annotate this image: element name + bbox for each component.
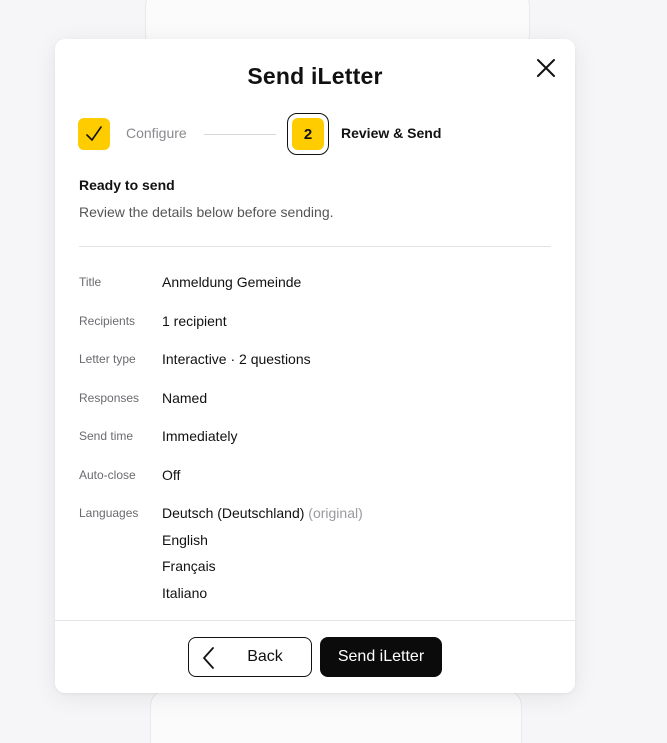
detail-row-responses: Responses Named <box>79 385 551 424</box>
close-button[interactable] <box>533 55 559 81</box>
language-item: Français <box>162 558 363 585</box>
detail-label: Send time <box>79 429 134 443</box>
detail-row-recipients: Recipients 1 recipient <box>79 308 551 347</box>
detail-value: Named <box>162 389 208 406</box>
detail-row-send-time: Send time Immediately <box>79 423 551 462</box>
send-iletter-modal: Send iLetter Configure 2 Review & Send R… <box>55 39 575 693</box>
details-list: Title Anmeldung Gemeinde Recipients 1 re… <box>79 269 551 610</box>
back-button[interactable]: Back <box>188 637 312 677</box>
step-number: 2 <box>292 118 324 150</box>
step-connector <box>204 134 276 135</box>
step-configure-indicator[interactable] <box>78 118 110 150</box>
detail-label: Title <box>79 275 102 289</box>
detail-row-auto-close: Auto-close Off <box>79 462 551 501</box>
detail-label: Letter type <box>79 352 136 366</box>
detail-row-languages: Languages Deutsch (Deutschland) (origina… <box>79 500 551 610</box>
detail-value: Off <box>162 466 181 483</box>
detail-label: Responses <box>79 390 140 405</box>
language-list: Deutsch (Deutschland) (original) English… <box>162 505 363 611</box>
detail-label: Languages <box>79 506 139 520</box>
detail-value: Interactive · 2 questions <box>162 351 311 367</box>
detail-value: Immediately <box>162 428 238 444</box>
language-item: English <box>162 532 363 559</box>
language-name: Italiano <box>162 584 208 601</box>
language-name: Deutsch (Deutschland) <box>162 505 305 521</box>
send-iletter-button[interactable]: Send iLetter <box>320 637 442 677</box>
background-card-bottom <box>150 690 522 743</box>
detail-row-letter-type: Letter type Interactive · 2 questions <box>79 346 551 385</box>
detail-value: 1 recipient <box>162 312 227 329</box>
stepper: Configure 2 Review & Send <box>78 113 548 158</box>
close-icon <box>537 59 555 77</box>
step-configure-label[interactable]: Configure <box>126 125 187 141</box>
original-tag: (original) <box>308 505 363 521</box>
footer-divider <box>55 620 575 621</box>
language-name: English <box>162 531 208 548</box>
step-review-indicator: 2 <box>287 113 329 155</box>
back-button-label: Back <box>247 648 283 665</box>
language-name: Français <box>162 558 216 574</box>
language-item: Italiano <box>162 585 363 612</box>
detail-value: Anmeldung Gemeinde <box>162 274 302 290</box>
summary-subtext: Review the details below before sending. <box>79 204 334 220</box>
detail-label: Recipients <box>79 313 136 328</box>
summary-heading: Ready to send <box>79 177 175 193</box>
detail-row-title: Title Anmeldung Gemeinde <box>79 269 551 308</box>
step-review-label: Review & Send <box>341 125 442 141</box>
checkmark-icon <box>86 126 102 141</box>
divider <box>79 246 551 247</box>
language-item: Deutsch (Deutschland) (original) <box>162 505 363 532</box>
detail-label: Auto-close <box>79 467 136 482</box>
modal-title: Send iLetter <box>247 63 383 89</box>
